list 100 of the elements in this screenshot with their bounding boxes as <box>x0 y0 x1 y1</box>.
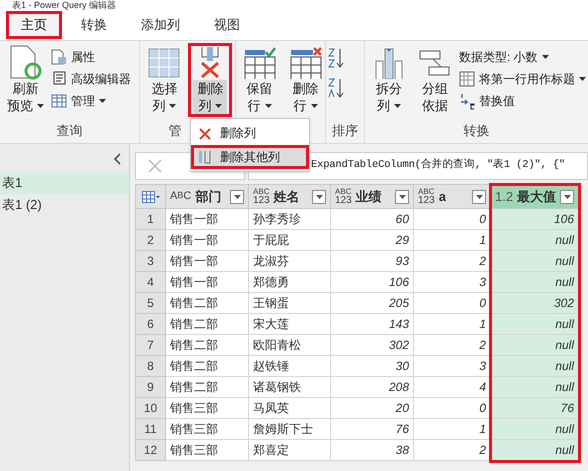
table-cell: 诸葛钢铁 <box>249 377 331 398</box>
table-cell: 60 <box>331 209 414 230</box>
table-cell: 106 <box>491 209 579 230</box>
ribbon-button[interactable]: 拆分 列 <box>367 43 411 117</box>
table-cell: 郑喜定 <box>249 440 331 461</box>
table-cell: 郑德勇 <box>249 272 331 293</box>
table-cell: 销售一部 <box>166 209 249 230</box>
sort-ascending-icon[interactable] <box>328 47 344 69</box>
ribbon-button[interactable]: 高级编辑器 <box>51 69 131 89</box>
group-label: 排序 <box>332 122 358 140</box>
group-by-icon <box>419 49 451 77</box>
ribbon-button[interactable]: 替换值 <box>459 91 586 111</box>
column-header[interactable]: ABC 部门 <box>166 185 249 209</box>
ribbon-button[interactable]: 删除 行 <box>284 43 328 117</box>
table-cell: 0 <box>414 398 491 419</box>
decimal-type-icon: 1.2 <box>495 186 514 206</box>
ribbon-button[interactable]: 保留 行 <box>238 43 282 117</box>
ribbon-button[interactable]: 分组 依据 <box>413 43 457 117</box>
table-cell: 詹姆斯下士 <box>249 419 331 440</box>
table-cell: null <box>491 314 579 335</box>
ribbon-tab[interactable]: 主页 <box>6 11 62 39</box>
row-number: 10 <box>136 398 166 419</box>
ribbon-button[interactable]: 数据类型: 小数 <box>459 47 586 67</box>
table-cell: null <box>491 230 579 251</box>
ribbon-tab[interactable]: 转换 <box>66 11 122 39</box>
row-number: 12 <box>136 440 166 461</box>
row-number: 2 <box>136 230 166 251</box>
table-cell: 76 <box>331 419 414 440</box>
query-item[interactable]: 表1 <box>0 172 129 194</box>
ribbon-button[interactable]: 刷新 预览 <box>2 43 49 117</box>
properties-icon <box>51 49 67 65</box>
menu-item[interactable]: 删除列 <box>191 121 309 145</box>
sort-descending-icon[interactable] <box>328 77 344 99</box>
group-label: 管 <box>168 122 182 140</box>
table-cell: 76 <box>491 398 579 419</box>
table-cell: 93 <box>331 251 414 272</box>
table-cell: 4 <box>414 377 491 398</box>
menu-item[interactable]: 删除其他列 <box>191 145 309 169</box>
table-cell: 赵铁锤 <box>249 356 331 377</box>
filter-dropdown[interactable] <box>312 190 326 204</box>
ribbon-tab[interactable]: 视图 <box>199 11 255 39</box>
ribbon-tab[interactable]: 添加列 <box>126 11 195 39</box>
table-icon <box>459 71 475 87</box>
ribbon-button[interactable]: 属性 <box>51 47 131 67</box>
table-cell: null <box>491 440 579 461</box>
filter-dropdown[interactable] <box>230 190 244 204</box>
table-cell: 302 <box>331 335 414 356</box>
table-cell: 143 <box>331 314 414 335</box>
table-cell: 30 <box>331 356 414 377</box>
table-cell: 1 <box>414 314 491 335</box>
filter-dropdown[interactable] <box>472 190 486 204</box>
table-cell: 销售二部 <box>166 314 249 335</box>
filter-dropdown[interactable] <box>395 190 409 204</box>
refresh-document-icon <box>8 45 42 81</box>
table-icon <box>142 190 160 202</box>
row-number: 7 <box>136 335 166 356</box>
row-number: 4 <box>136 272 166 293</box>
table-cell: 销售二部 <box>166 356 249 377</box>
row-number: 6 <box>136 314 166 335</box>
replace-values-icon <box>459 92 475 110</box>
table-cell: 宋大莲 <box>249 314 331 335</box>
table-cell: 销售一部 <box>166 251 249 272</box>
delete-rows-icon <box>290 47 322 79</box>
table-cell: 龙淑芬 <box>249 251 331 272</box>
table-menu-button[interactable] <box>136 185 166 209</box>
table-cell: 销售一部 <box>166 230 249 251</box>
ribbon-button[interactable]: 选择 列 <box>142 43 186 117</box>
query-item[interactable]: 表1 (2) <box>0 194 129 216</box>
any-type-icon: ABC 123 <box>253 188 270 206</box>
group-label: 转换 <box>464 122 490 140</box>
delete-icon <box>198 126 212 140</box>
table-cell: 马凤英 <box>249 398 331 419</box>
table-cell: 2 <box>414 335 491 356</box>
table-cell: null <box>491 356 579 377</box>
table-cell: 3 <box>414 272 491 293</box>
table-cell: 208 <box>331 377 414 398</box>
table-cell: 于屁屁 <box>249 230 331 251</box>
row-number: 8 <box>136 356 166 377</box>
row-number: 11 <box>136 419 166 440</box>
ribbon-button[interactable]: 删除 列 <box>188 43 232 117</box>
table-cell: 销售二部 <box>166 293 249 314</box>
collapse-icon[interactable] <box>113 153 121 165</box>
ribbon-button[interactable]: 将第一行用作标题 <box>459 69 586 89</box>
caret-icon <box>234 194 240 198</box>
ribbon-button[interactable]: 管理 <box>51 91 131 111</box>
table-cell: 1 <box>414 230 491 251</box>
filter-dropdown[interactable] <box>560 190 574 204</box>
table-select-icon <box>148 48 180 78</box>
table-cell: null <box>491 419 579 440</box>
table-cell: 38 <box>331 440 414 461</box>
table-cell: 销售二部 <box>166 335 249 356</box>
table-cell: null <box>491 335 579 356</box>
table-cell: 王钢蛋 <box>249 293 331 314</box>
table-cell: 29 <box>331 230 414 251</box>
column-header[interactable]: 1.2 最大值 <box>491 185 579 209</box>
table-cell: 孙李秀珍 <box>249 209 331 230</box>
table-cell: 销售三部 <box>166 419 249 440</box>
table-cell: 销售三部 <box>166 398 249 419</box>
table-cell: 销售二部 <box>166 377 249 398</box>
group-label: 查询 <box>56 122 83 140</box>
